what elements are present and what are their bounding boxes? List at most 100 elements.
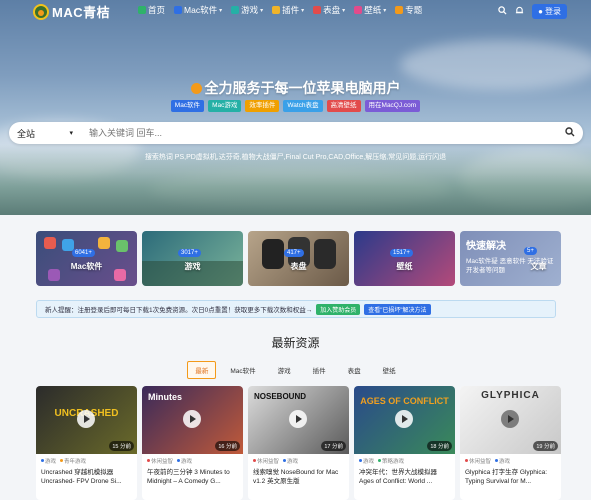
tab-plugins[interactable]: 插件 — [305, 361, 334, 379]
nav-item-label: 游戏 — [241, 5, 259, 15]
category-label: 表盘 — [290, 262, 307, 271]
thumbnail-text: NOSEBOUND — [254, 392, 307, 401]
post-time: 18 分前 — [427, 441, 452, 451]
post-card[interactable]: Minutes 16 分前 休闲益智 游戏 午夜前的三分钟 3 Minutes … — [142, 386, 243, 500]
category-count: 1517+ — [390, 249, 413, 257]
hero-tag-domain[interactable]: 用在MacQJ.com — [364, 100, 421, 112]
search-submit-button[interactable] — [557, 126, 583, 140]
hot-keywords[interactable]: 搜索热词 PS,PD虚拟机,达芬奇,植物大战僵尸,Final Cut Pro,C… — [0, 152, 591, 162]
post-tag[interactable]: 策略游戏 — [378, 457, 404, 465]
hero-tag-mac-games[interactable]: Mac游戏 — [208, 100, 242, 112]
post-tag[interactable]: 游戏 — [177, 457, 192, 465]
nav-actions: ● 登录 — [498, 4, 567, 19]
join-sponsor-button[interactable]: 加入赞助会员 — [316, 303, 361, 315]
category-card-games[interactable]: 3017+ 游戏 — [142, 231, 243, 286]
tab-mac-software[interactable]: Mac软件 — [222, 361, 263, 379]
search-icon[interactable] — [498, 5, 507, 18]
post-title[interactable]: 午夜前的三分钟 3 Minutes to Midnight – A Comedy… — [142, 465, 243, 489]
tab-latest[interactable]: 最新 — [187, 361, 217, 379]
apps-icon — [174, 6, 183, 14]
post-title[interactable]: 线索嗅觉 NoseBound for Mac v1.2 英文原生版 — [248, 465, 349, 489]
post-title[interactable]: Uncrashed 穿越机模拟器 Uncrashed- FPV Drone Si… — [36, 465, 137, 489]
play-icon[interactable] — [183, 410, 201, 428]
play-icon[interactable] — [289, 410, 307, 428]
post-tags: 休闲益智 游戏 — [248, 454, 349, 465]
nav-item-wallpapers[interactable]: 壁纸 ▾ — [354, 4, 386, 16]
category-label: 文章 — [530, 262, 547, 271]
logo-text: MAC青桔 — [52, 5, 111, 20]
notice-bar: 新人提醒：注册登录后即可每日下载1次免费资源。次日0点重置！获取更多下载次数和权… — [36, 300, 556, 318]
post-time: 17 分前 — [321, 441, 346, 451]
play-icon[interactable] — [395, 410, 413, 428]
nav-item-label: 壁纸 — [364, 5, 382, 15]
post-thumbnail[interactable]: GLYPHICA 19 分前 — [460, 386, 561, 454]
gamepad-icon — [231, 6, 240, 14]
thumbnail-text: Minutes — [148, 392, 183, 402]
post-tags: 休闲益智 游戏 — [460, 454, 561, 465]
category-card-watch-faces[interactable]: 417+ 表盘 — [248, 231, 349, 286]
category-label: Mac软件 — [70, 262, 103, 271]
nav-item-plugins[interactable]: 插件 ▾ — [272, 4, 304, 16]
home-icon — [138, 6, 146, 14]
post-card[interactable]: UNCRASHED 15 分前 游戏 青年游戏 Uncrashed 穿越机模拟器… — [36, 386, 137, 500]
post-tag[interactable]: 休闲益智 — [465, 457, 491, 465]
play-icon[interactable] — [77, 410, 95, 428]
post-tag[interactable]: 游戏 — [495, 457, 510, 465]
post-tag[interactable]: 青年游戏 — [60, 457, 86, 465]
post-tag[interactable]: 游戏 — [359, 457, 374, 465]
site-logo[interactable]: MAC青桔 — [33, 2, 110, 21]
filter-tabs: 最新 Mac软件 游戏 插件 表盘 壁纸 — [0, 361, 591, 379]
search-input[interactable] — [79, 128, 557, 138]
login-label: 登录 — [545, 7, 561, 16]
post-time: 19 分前 — [533, 441, 558, 451]
hero-tag-mac-software[interactable]: Mac软件 — [170, 100, 205, 112]
category-count: 6041+ — [72, 249, 95, 257]
post-thumbnail[interactable]: Minutes 16 分前 — [142, 386, 243, 454]
hero-tag-wallpapers[interactable]: 高清壁纸 — [326, 100, 361, 112]
user-icon: ● — [538, 7, 543, 16]
post-title[interactable]: 冲突年代：世界大战模拟器 Ages of Conflict: World ... — [354, 465, 455, 489]
section-title: 最新资源 — [271, 336, 320, 350]
category-count: 3017+ — [178, 249, 201, 257]
nav-item-topics[interactable]: 专题 — [395, 4, 422, 16]
post-title[interactable]: Glyphica 打字生存 Glyphica: Typing Survival … — [460, 465, 561, 489]
hero-banner: MAC青桔 首页 Mac软件 ▾ 游戏 ▾ 插件 ▾ 表盘 ▾ 壁纸 ▾ 专题 … — [0, 0, 591, 215]
category-card-articles[interactable]: 快速解决 Mac软件疑 恶意软件 无法验证开发者等问题 5+ 文章 — [460, 231, 561, 286]
post-card[interactable]: GLYPHICA 19 分前 休闲益智 游戏 Glyphica 打字生存 Gly… — [460, 386, 561, 500]
play-icon[interactable] — [501, 410, 519, 428]
chevron-down-icon: ▾ — [301, 7, 305, 14]
tab-wallpapers[interactable]: 壁纸 — [375, 361, 404, 379]
nav-item-home[interactable]: 首页 — [138, 4, 165, 16]
bell-icon[interactable] — [515, 6, 524, 18]
watch-icon — [313, 6, 322, 14]
post-tag[interactable]: 游戏 — [41, 457, 56, 465]
post-tag[interactable]: 休闲益智 — [147, 457, 173, 465]
tab-watch-faces[interactable]: 表盘 — [340, 361, 369, 379]
chevron-down-icon: ▾ — [219, 7, 223, 14]
post-card[interactable]: NOSEBOUND 17 分前 休闲益智 游戏 线索嗅觉 NoseBound f… — [248, 386, 349, 500]
logo-icon — [33, 3, 49, 20]
category-card-mac-software[interactable]: 6041+ Mac软件 — [36, 231, 137, 286]
search-bar: 全站 ▾ — [9, 122, 583, 144]
damaged-fix-button[interactable]: 查看"已损坏"解决方法 — [364, 303, 431, 315]
hero-tag-plugins[interactable]: 效率插件 — [245, 100, 280, 112]
post-tag[interactable]: 游戏 — [283, 457, 298, 465]
post-time: 15 分前 — [109, 441, 134, 451]
nav-item-label: 首页 — [148, 5, 166, 15]
chevron-down-icon: ▾ — [69, 130, 73, 137]
search-scope-select[interactable]: 全站 ▾ — [9, 127, 79, 140]
wallpaper-icon — [354, 6, 363, 14]
post-tag[interactable]: 休闲益智 — [253, 457, 279, 465]
nav-item-watch-faces[interactable]: 表盘 ▾ — [313, 4, 345, 16]
login-button[interactable]: ● 登录 — [532, 4, 567, 19]
post-card[interactable]: AGES OF CONFLICT 18 分前 游戏 策略游戏 冲突年代：世界大战… — [354, 386, 455, 500]
post-thumbnail[interactable]: NOSEBOUND 17 分前 — [248, 386, 349, 454]
post-thumbnail[interactable]: AGES OF CONFLICT 18 分前 — [354, 386, 455, 454]
nav-item-mac-software[interactable]: Mac软件 ▾ — [174, 4, 222, 16]
tab-games[interactable]: 游戏 — [270, 361, 299, 379]
post-thumbnail[interactable]: UNCRASHED 15 分前 — [36, 386, 137, 454]
category-card-wallpapers[interactable]: 1517+ 壁纸 — [354, 231, 455, 286]
hero-tag-watch-faces[interactable]: Watch表盘 — [283, 100, 323, 112]
nav-item-label: 插件 — [282, 5, 300, 15]
nav-item-games[interactable]: 游戏 ▾ — [231, 4, 263, 16]
